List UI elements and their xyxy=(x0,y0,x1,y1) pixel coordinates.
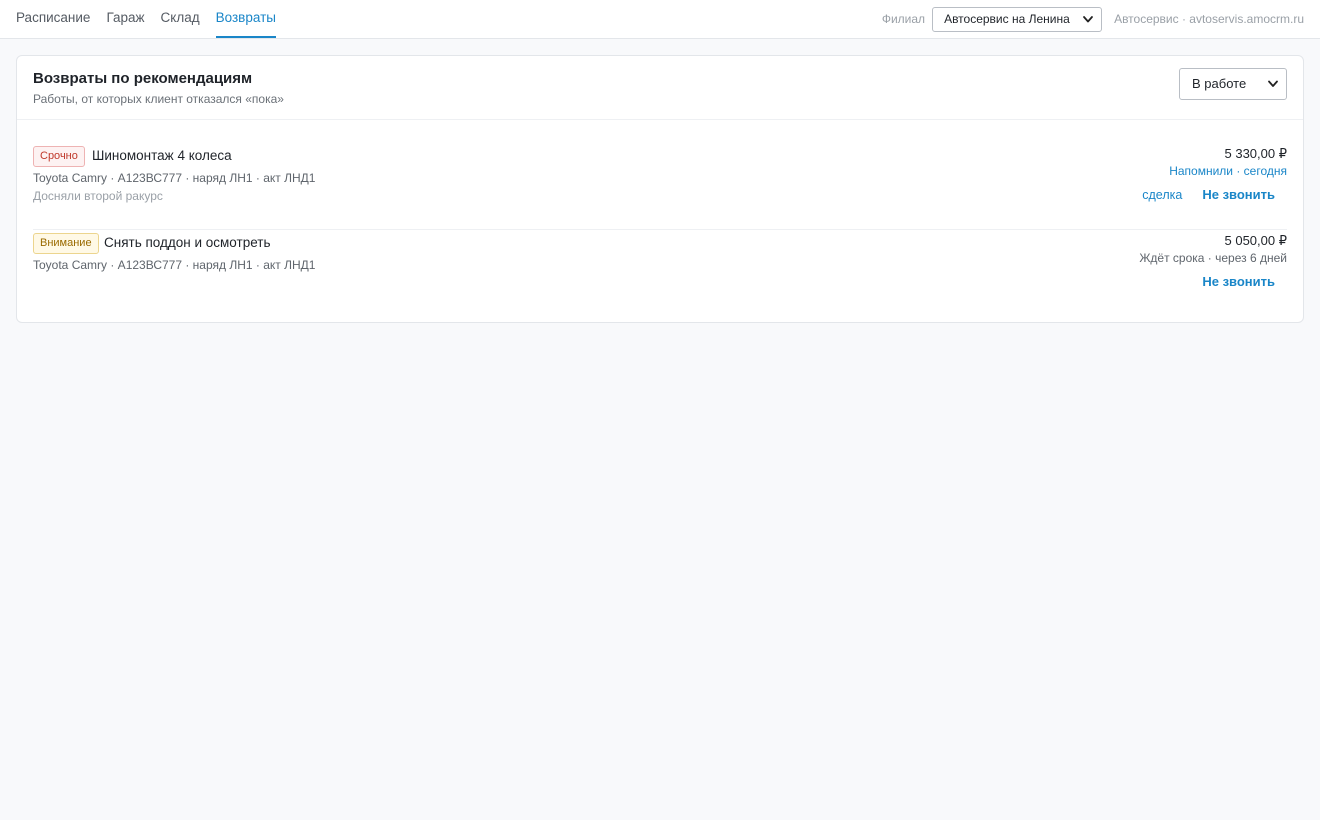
page-title: Возвраты по рекомендациям xyxy=(33,70,253,87)
nav-garage[interactable]: Гараж xyxy=(106,0,144,38)
item-status: Ждёт срока · через 6 дней xyxy=(1139,251,1287,265)
item-price: 5 330,00 ₽ xyxy=(1224,146,1288,161)
status-filter-select[interactable]: В работе xyxy=(1179,68,1287,100)
nav-warehouse[interactable]: Склад xyxy=(161,0,200,38)
nav-schedule[interactable]: Расписание xyxy=(16,0,90,38)
deal-link[interactable]: сделка xyxy=(1142,188,1182,202)
branch-label: Филиал xyxy=(881,12,926,26)
branch-selector-area: Филиал Автосервис на Ленина Автосервис ·… xyxy=(882,0,1304,38)
item-meta: Toyota Camry · А123ВС777 · наряд ЛН1 · а… xyxy=(33,258,316,272)
account-info: Автосервис · avtoservis.amocrm.ru xyxy=(1114,12,1304,26)
list-item: Внимание Снять поддон и осмотреть Toyota… xyxy=(33,231,1287,317)
item-price: 5 050,00 ₽ xyxy=(1224,233,1288,248)
item-title: Шиномонтаж 4 колеса xyxy=(92,148,232,163)
item-meta: Toyota Camry · А123ВС777 · наряд ЛН1 · а… xyxy=(33,171,316,185)
status-filter-value: В работе xyxy=(1192,76,1247,91)
card-header: Возвраты по рекомендациям Работы, от кот… xyxy=(17,56,1303,120)
item-title: Снять поддон и осмотреть xyxy=(104,235,271,250)
item-actions: сделка Не звонить xyxy=(1142,187,1275,202)
dont-call-button[interactable]: Не звонить xyxy=(1202,187,1275,202)
top-bar: Расписание Гараж Склад Возвраты Филиал А… xyxy=(0,0,1320,39)
item-status: Напомнили · сегодня xyxy=(1169,164,1287,178)
item-note: Досняли второй ракурс xyxy=(33,189,163,203)
item-actions: Не звонить xyxy=(1202,274,1275,289)
list-item: Срочно Шиномонтаж 4 колеса Toyota Camry … xyxy=(33,144,1287,230)
main-nav: Расписание Гараж Склад Возвраты xyxy=(16,0,292,38)
chevron-down-icon xyxy=(1268,80,1278,87)
branch-select-value: Автосервис на Ленина xyxy=(944,11,1070,26)
dont-call-button[interactable]: Не звонить xyxy=(1202,274,1275,289)
warning-badge: Внимание xyxy=(33,233,99,254)
chevron-down-icon xyxy=(1083,15,1093,22)
branch-select[interactable]: Автосервис на Ленина xyxy=(932,6,1103,32)
page-subtitle: Работы, от которых клиент отказался «пок… xyxy=(33,92,284,106)
nav-returns[interactable]: Возвраты xyxy=(215,0,276,38)
returns-card: Возвраты по рекомендациям Работы, от кот… xyxy=(16,55,1304,323)
urgent-badge: Срочно xyxy=(33,146,85,167)
